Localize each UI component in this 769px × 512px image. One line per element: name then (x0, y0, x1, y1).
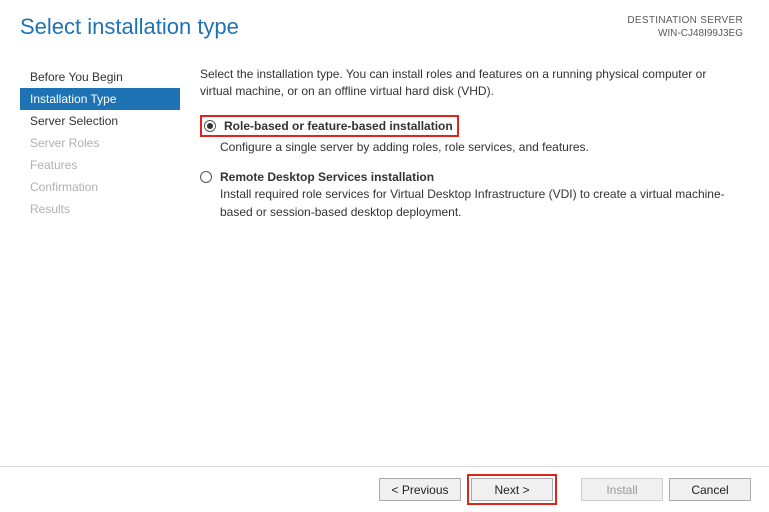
destination-info: DESTINATION SERVER WIN-CJ48I99J3EG (627, 14, 743, 40)
option-desc: Configure a single server by adding role… (220, 139, 741, 156)
wizard-footer: < Previous Next > Install Cancel (0, 466, 769, 512)
highlight-box: Next > (467, 474, 557, 505)
sidebar-item-server-roles: Server Roles (20, 132, 180, 154)
wizard-sidebar: Before You Begin Installation Type Serve… (0, 66, 180, 235)
destination-name: WIN-CJ48I99J3EG (627, 27, 743, 40)
content-area: Select the installation type. You can in… (180, 66, 769, 235)
option-title: Role-based or feature-based installation (224, 119, 453, 133)
radio-icon[interactable] (204, 120, 216, 132)
page-title: Select installation type (20, 14, 239, 40)
option-rds[interactable]: Remote Desktop Services installation Ins… (200, 170, 741, 221)
sidebar-item-features: Features (20, 154, 180, 176)
install-button: Install (581, 478, 663, 501)
sidebar-item-results: Results (20, 198, 180, 220)
sidebar-item-before-you-begin[interactable]: Before You Begin (20, 66, 180, 88)
next-button[interactable]: Next > (471, 478, 553, 501)
option-role-based[interactable]: Role-based or feature-based installation… (200, 115, 741, 156)
sidebar-item-installation-type[interactable]: Installation Type (20, 88, 180, 110)
sidebar-item-server-selection[interactable]: Server Selection (20, 110, 180, 132)
highlight-box: Role-based or feature-based installation (200, 115, 459, 137)
radio-icon[interactable] (200, 171, 212, 183)
sidebar-item-confirmation: Confirmation (20, 176, 180, 198)
cancel-button[interactable]: Cancel (669, 478, 751, 501)
previous-button[interactable]: < Previous (379, 478, 461, 501)
option-title: Remote Desktop Services installation (220, 170, 434, 184)
intro-text: Select the installation type. You can in… (200, 66, 741, 101)
destination-label: DESTINATION SERVER (627, 14, 743, 27)
option-desc: Install required role services for Virtu… (220, 186, 741, 221)
